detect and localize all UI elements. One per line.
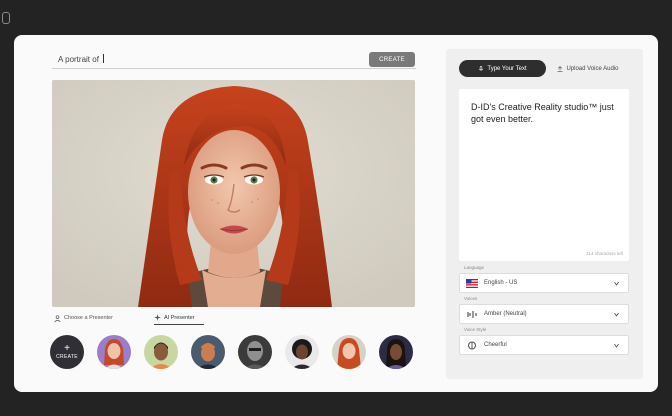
tab-label: Choose a Presenter: [64, 315, 113, 321]
prompt-input[interactable]: A portrait of: [52, 49, 416, 69]
presenter-tabs: Choose a Presenter AI Presenter: [54, 311, 414, 325]
tab-ai-presenter[interactable]: AI Presenter: [154, 311, 204, 325]
script-text: D-ID's Creative Reality studio™ just got…: [471, 102, 614, 124]
avatar-image: [97, 335, 131, 369]
language-label: Language: [464, 265, 485, 270]
voice-icon: [467, 311, 477, 318]
character-count: 314 characters left: [585, 251, 623, 256]
avatar-image: [191, 335, 225, 369]
create-avatar-button[interactable]: + CREATE: [50, 335, 84, 369]
chevron-down-icon: [614, 312, 619, 317]
voice-label: Voices: [464, 296, 478, 301]
upload-icon: [558, 65, 563, 72]
voice-style-select[interactable]: Cheerful: [459, 335, 629, 355]
chevron-down-icon: [614, 281, 619, 286]
presenter-avatar[interactable]: [191, 335, 225, 369]
presenter-avatar[interactable]: [144, 335, 178, 369]
presenter-avatar-list: + CREATE: [50, 335, 420, 371]
create-button[interactable]: CREATE: [369, 52, 415, 67]
presenter-portrait: [52, 80, 415, 307]
avatar-image: [379, 335, 413, 369]
plus-icon: +: [64, 343, 70, 354]
script-panel: Type Your Text Upload Voice Audio D-ID's…: [446, 49, 643, 379]
avatar-image: [238, 335, 272, 369]
app-logo-icon: [2, 12, 10, 24]
presenter-avatar[interactable]: [285, 335, 319, 369]
avatar-image: [332, 335, 366, 369]
portrait-image: [52, 80, 415, 307]
prompt-prefix: A portrait of: [58, 55, 99, 64]
user-icon: [54, 314, 61, 322]
avatar-image: [144, 335, 178, 369]
voice-style-value: Cheerful: [484, 342, 507, 348]
presenter-avatar[interactable]: [97, 335, 131, 369]
tab-upload-audio[interactable]: Upload Voice Audio: [549, 60, 627, 77]
voice-value: Amber (Neutral): [484, 311, 527, 317]
create-avatar-label: CREATE: [56, 354, 78, 360]
tab-label: AI Presenter: [164, 314, 195, 321]
script-textarea[interactable]: D-ID's Creative Reality studio™ just got…: [459, 89, 629, 261]
language-value: English - US: [484, 280, 518, 286]
chevron-down-icon: [614, 343, 619, 348]
us-flag-icon: [466, 279, 478, 288]
voice-select[interactable]: Amber (Neutral): [459, 304, 629, 324]
style-icon: [468, 341, 476, 350]
text-cursor: [102, 54, 104, 63]
sparkle-icon: [154, 314, 161, 321]
tab-choose-presenter[interactable]: Choose a Presenter: [54, 311, 113, 325]
tab-label: Type Your Text: [487, 65, 527, 72]
tab-type-text[interactable]: Type Your Text: [459, 60, 546, 77]
voice-style-label: Voice Style: [464, 327, 487, 332]
presenter-avatar[interactable]: [332, 335, 366, 369]
app-card: A portrait of CREATE Choose a Presenter …: [14, 35, 658, 392]
avatar-image: [285, 335, 319, 369]
tab-label: Upload Voice Audio: [566, 65, 619, 72]
presenter-avatar[interactable]: [238, 335, 272, 369]
presenter-avatar[interactable]: [379, 335, 413, 369]
microphone-icon: [479, 65, 484, 70]
language-select[interactable]: English - US: [459, 273, 629, 293]
